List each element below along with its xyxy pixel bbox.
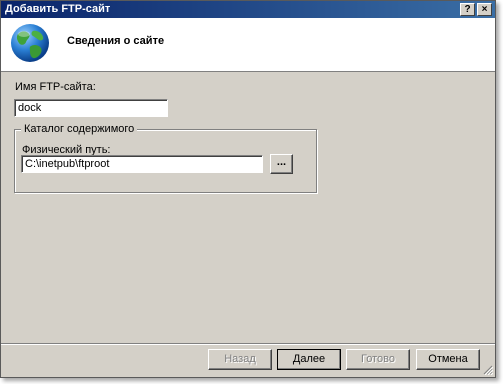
- back-button[interactable]: Назад: [208, 349, 272, 370]
- wizard-header: Сведения о сайте: [1, 18, 495, 72]
- content-directory-legend: Каталог содержимого: [21, 123, 138, 135]
- help-button[interactable]: ?: [460, 3, 475, 16]
- close-button[interactable]: ×: [477, 3, 492, 16]
- site-name-label: Имя FTP-сайта:: [15, 81, 96, 93]
- finish-button[interactable]: Готово: [346, 349, 410, 370]
- title-bar[interactable]: Добавить FTP-сайт ? ×: [1, 1, 495, 18]
- window-title: Добавить FTP-сайт: [5, 3, 111, 15]
- page-title: Сведения о сайте: [67, 35, 165, 47]
- physical-path-input[interactable]: C:\inetpub\ftproot: [21, 155, 263, 173]
- browse-button[interactable]: ...: [270, 154, 293, 174]
- site-name-input[interactable]: dock: [14, 99, 168, 117]
- cancel-button[interactable]: Отмена: [416, 349, 480, 370]
- button-divider: [1, 343, 495, 345]
- add-ftp-site-dialog: Добавить FTP-сайт ? × Сведения о сайте И…: [0, 0, 496, 378]
- resize-grip-icon[interactable]: [483, 365, 493, 375]
- globe-icon: [11, 24, 49, 62]
- next-button[interactable]: Далее: [277, 349, 341, 370]
